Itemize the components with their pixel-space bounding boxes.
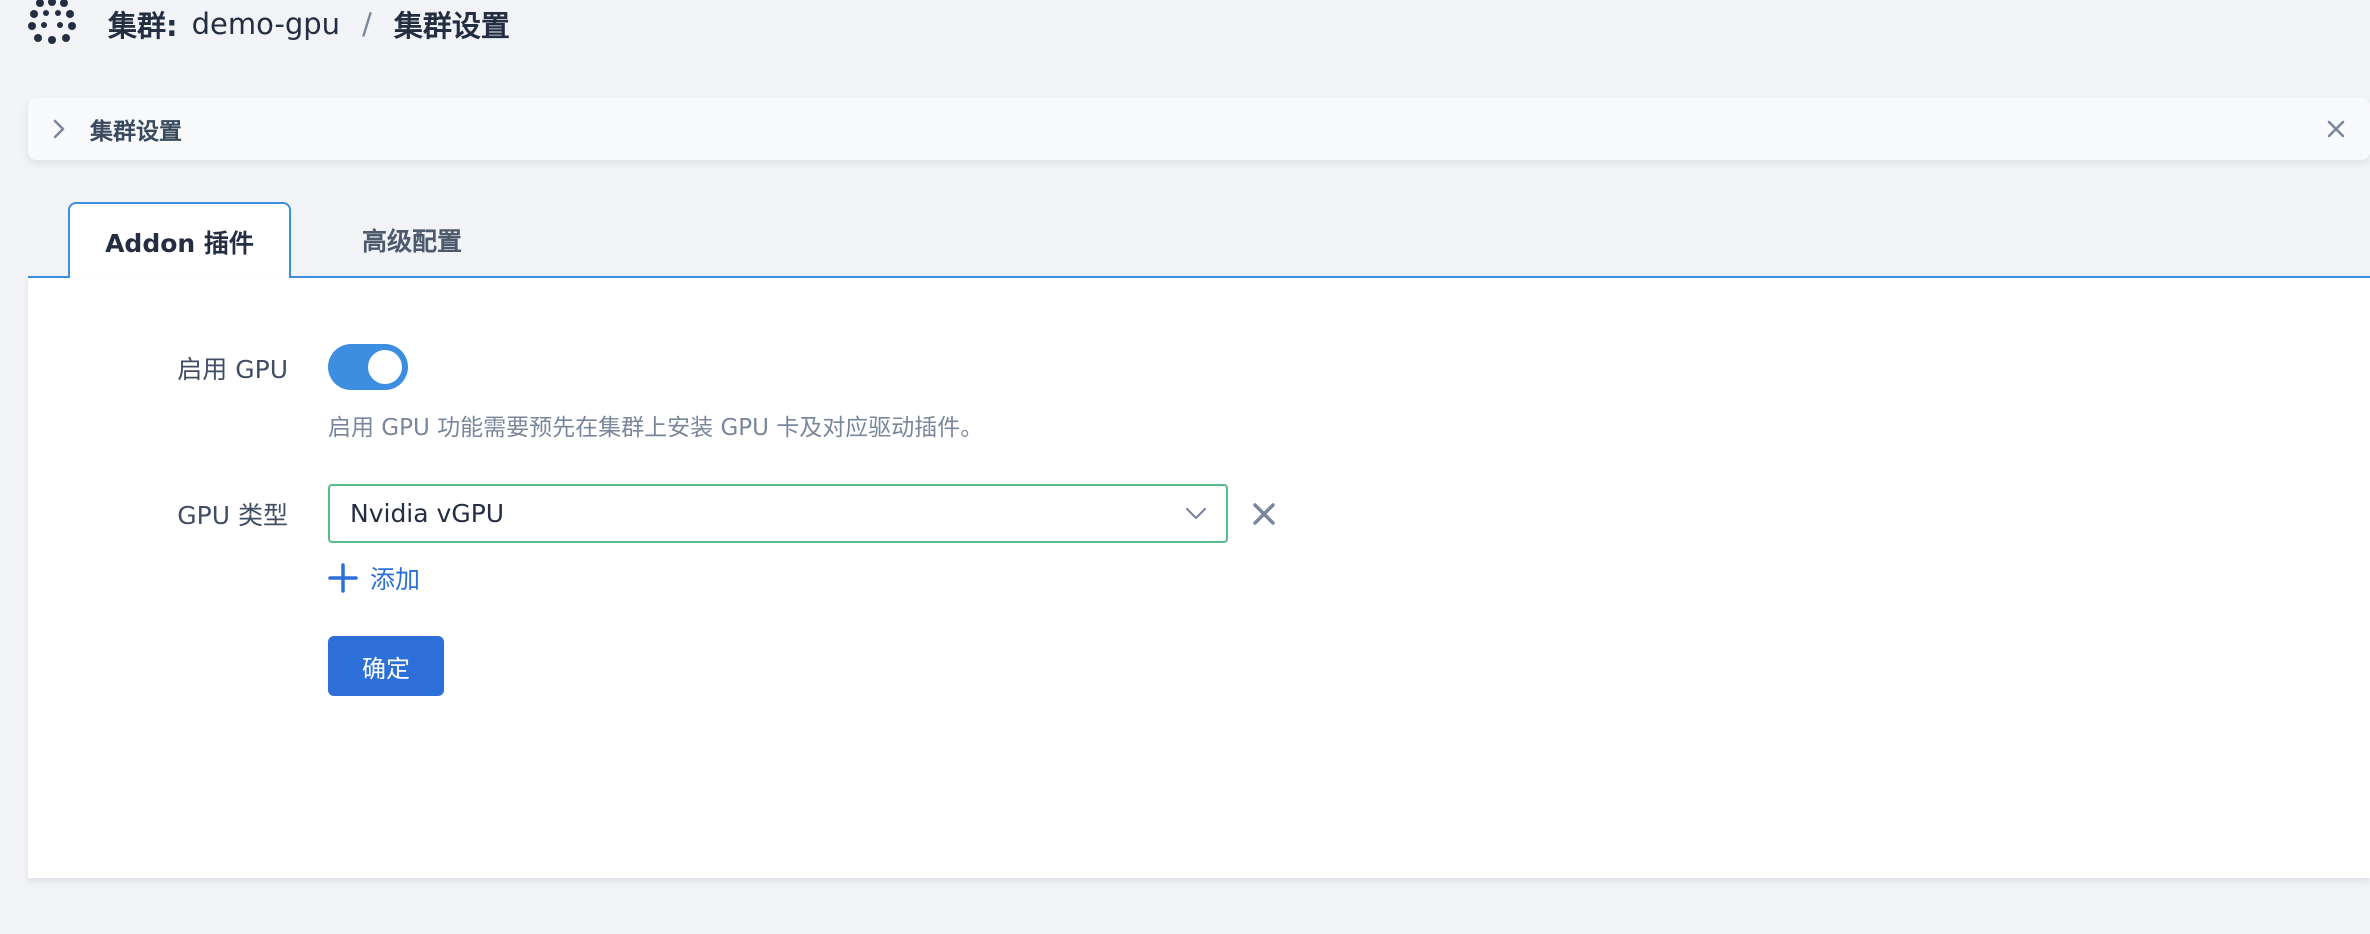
plus-icon <box>328 563 358 593</box>
toggle-knob <box>368 350 402 384</box>
cluster-name-link[interactable]: demo-gpu <box>192 7 340 41</box>
confirm-button[interactable]: 确定 <box>328 636 444 696</box>
gpu-type-select[interactable]: Nvidia vGPU <box>328 484 1228 543</box>
breadcrumb: 集群: demo-gpu / 集群设置 <box>28 0 510 48</box>
breadcrumb-separator: / <box>362 7 372 41</box>
page-title: 集群设置 <box>393 9 510 43</box>
gpu-type-selected-value: Nvidia vGPU <box>350 499 505 528</box>
remove-icon[interactable] <box>1250 500 1278 528</box>
add-gpu-type-button[interactable]: 添加 <box>328 560 420 596</box>
tab-addon[interactable]: Addon 插件 <box>68 202 291 280</box>
chevron-right-icon[interactable] <box>48 118 70 140</box>
cluster-label: 集群: <box>108 9 178 43</box>
gpu-type-label: GPU 类型 <box>177 501 288 530</box>
close-icon[interactable] <box>2324 117 2348 141</box>
cluster-logo-icon <box>28 0 76 44</box>
tab-advanced[interactable]: 高级配置 <box>322 202 502 278</box>
gpu-enable-hint: 启用 GPU 功能需要预先在集群上安装 GPU 卡及对应驱动插件。 <box>328 415 984 441</box>
info-bar-title: 集群设置 <box>90 119 182 145</box>
add-label: 添加 <box>370 565 421 594</box>
addon-panel: 启用 GPU 启用 GPU 功能需要预先在集群上安装 GPU 卡及对应驱动插件。… <box>28 278 2370 878</box>
gpu-enable-toggle[interactable] <box>328 344 408 390</box>
gpu-enable-label: 启用 GPU <box>177 355 288 384</box>
settings-info-bar[interactable]: 集群设置 <box>28 98 2370 160</box>
settings-tabs: Addon 插件 高级配置 <box>28 202 2370 280</box>
chevron-down-icon <box>1185 507 1207 520</box>
